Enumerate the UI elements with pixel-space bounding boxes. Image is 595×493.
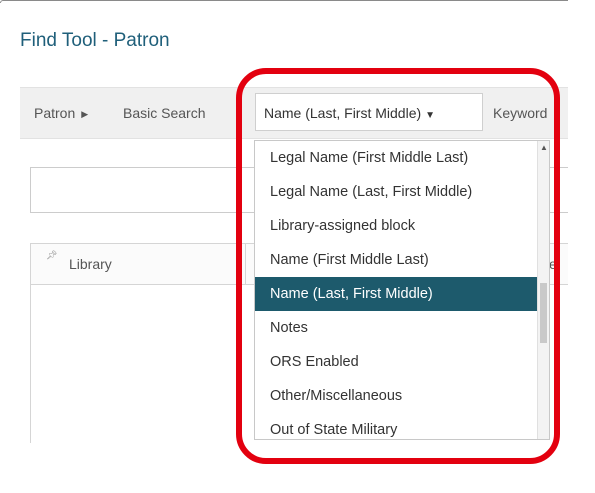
dropdown-option[interactable]: Name (First Middle Last): [255, 243, 539, 277]
page-title: Find Tool - Patron: [20, 30, 170, 51]
scrollbar-thumb[interactable]: [540, 283, 547, 343]
dropdown-option[interactable]: Library-assigned block: [255, 209, 539, 243]
scroll-up-icon[interactable]: ▲: [540, 143, 548, 152]
search-type-select[interactable]: Name (Last, First Middle) ▼: [255, 93, 483, 131]
keyword-label: Keyword: [493, 105, 548, 121]
pin-icon[interactable]: 📌︎: [46, 250, 57, 261]
search-toolbar: Patron ▶ Basic Search Name (Last, First M…: [20, 87, 568, 139]
dropdown-option[interactable]: Legal Name (First Middle Last): [255, 141, 539, 175]
dropdown-option[interactable]: Out of State Military: [255, 413, 539, 439]
dropdown-option[interactable]: Legal Name (Last, First Middle): [255, 175, 539, 209]
breadcrumb-basic-search[interactable]: Basic Search: [123, 88, 205, 138]
column-divider[interactable]: [245, 244, 246, 285]
dropdown-option[interactable]: ORS Enabled: [255, 345, 539, 379]
column-header-library[interactable]: Library: [69, 256, 112, 272]
search-type-dropdown: Legal Name (First Middle Last) Legal Nam…: [254, 140, 550, 440]
breadcrumb-basic-search-label: Basic Search: [123, 105, 206, 121]
dropdown-scrollbar[interactable]: ▲: [537, 141, 549, 439]
keyword-field-label[interactable]: Keyword: [493, 88, 568, 138]
column-header-partial[interactable]: e: [549, 256, 557, 272]
caret-right-icon: ▶: [81, 109, 89, 119]
search-type-value: Name (Last, First Middle): [264, 105, 422, 121]
breadcrumb-patron[interactable]: Patron ▶: [34, 88, 88, 138]
dropdown-option[interactable]: Notes: [255, 311, 539, 345]
dropdown-option-selected[interactable]: Name (Last, First Middle): [255, 277, 539, 311]
caret-down-icon: ▼: [425, 110, 436, 121]
dropdown-option[interactable]: Other/Miscellaneous: [255, 379, 539, 413]
breadcrumb-patron-label: Patron: [34, 105, 76, 121]
panel-top-border: [0, 0, 568, 3]
